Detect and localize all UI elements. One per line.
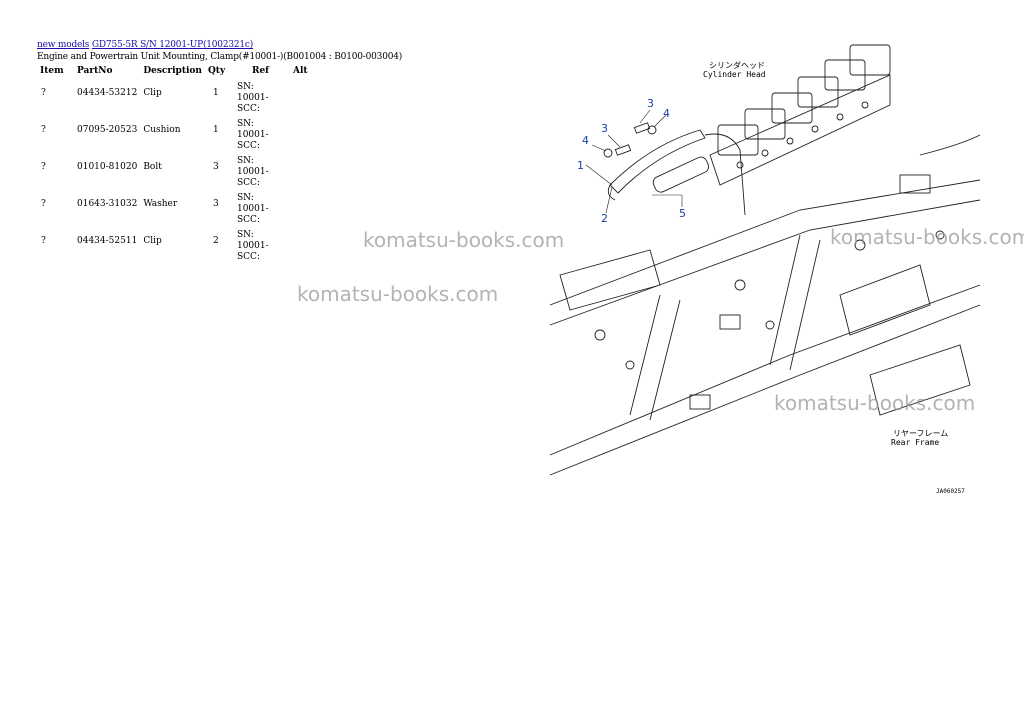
cell-alt xyxy=(290,154,311,191)
callout-1: 1 xyxy=(577,159,584,172)
watermark: komatsu-books.com xyxy=(363,228,565,252)
table-row: ? 07095-20523 Cushion 1 SN: 10001-SCC: xyxy=(37,117,311,154)
table-row: ? 01010-81020 Bolt 3 SN: 10001-SCC: xyxy=(37,154,311,191)
cell-item: ? xyxy=(41,88,46,98)
cell-partno: 07095-20523 xyxy=(77,125,138,135)
cell-qty: 1 xyxy=(212,88,219,98)
watermark: komatsu-books.com xyxy=(774,391,976,415)
callout-2: 2 xyxy=(601,212,608,225)
header-partno: PartNo xyxy=(77,66,113,76)
cell-description: Clip xyxy=(143,88,162,98)
callout-3a: 3 xyxy=(601,122,608,135)
cell-partno: 04434-53212 xyxy=(77,88,138,98)
cylinder-head-label: Cylinder Head xyxy=(703,70,766,79)
cell-item: ? xyxy=(41,199,46,209)
table-row: ? 04434-53212 Clip 1 SN: 10001-SCC: xyxy=(37,80,311,117)
cell-item: ? xyxy=(41,162,46,172)
cell-alt xyxy=(290,191,311,228)
cell-description: Bolt xyxy=(143,162,162,172)
table-row: ? 01643-31032 Washer 3 SN: 10001-SCC: xyxy=(37,191,311,228)
cell-ref: SN: 10001-SCC: xyxy=(236,156,269,188)
header-ref: Ref xyxy=(251,66,270,76)
header-description: Description xyxy=(143,66,202,76)
cell-item: ? xyxy=(41,125,46,135)
cell-description: Clip xyxy=(143,236,162,246)
cell-description: Washer xyxy=(143,199,178,209)
callout-5: 5 xyxy=(679,207,686,220)
rear-frame-label: Rear Frame xyxy=(891,438,940,447)
cell-alt xyxy=(290,228,311,265)
cell-qty: 3 xyxy=(212,199,219,209)
cell-ref: SN: 10001-SCC: xyxy=(236,193,269,225)
cell-ref: SN: 10001-SCC: xyxy=(236,82,269,114)
drawing-id: JA060257 xyxy=(936,488,965,495)
cell-description: Cushion xyxy=(143,125,181,135)
cell-ref: SN: 10001-SCC: xyxy=(236,119,269,151)
header-alt: Alt xyxy=(292,66,308,76)
bolt-drawing xyxy=(603,122,657,158)
cell-ref: SN: 10001-SCC: xyxy=(236,230,269,262)
pipe-drawing xyxy=(607,129,746,216)
cell-item: ? xyxy=(41,236,46,246)
cell-qty: 3 xyxy=(212,162,219,172)
header-item: Item xyxy=(40,66,64,76)
breadcrumb-link-model[interactable]: GD755-5R S/N 12001-UP(1002321c) xyxy=(92,40,253,50)
cell-alt xyxy=(290,80,311,117)
breadcrumb: new models GD755-5R S/N 12001-UP(1002321… xyxy=(37,40,253,50)
cell-partno: 01643-31032 xyxy=(77,199,138,209)
callout-4b: 4 xyxy=(663,107,670,120)
cell-qty: 1 xyxy=(212,125,219,135)
watermark: komatsu-books.com xyxy=(297,282,499,306)
cell-alt xyxy=(290,117,311,154)
parts-table: Item PartNo Description Qty Ref Alt ? 04… xyxy=(37,64,311,265)
breadcrumb-link-new-models[interactable]: new models xyxy=(37,40,89,50)
table-header-row: Item PartNo Description Qty Ref Alt xyxy=(37,64,311,80)
header-qty: Qty xyxy=(207,66,226,76)
callout-4a: 4 xyxy=(582,134,589,147)
table-row: ? 04434-52511 Clip 2 SN: 10001-SCC: xyxy=(37,228,311,265)
callout-3b: 3 xyxy=(647,97,654,110)
page-title: Engine and Powertrain Unit Mounting, Cla… xyxy=(37,52,403,62)
frame-drawing xyxy=(549,134,981,476)
cell-qty: 2 xyxy=(212,236,219,246)
cell-partno: 01010-81020 xyxy=(77,162,138,172)
cell-partno: 04434-52511 xyxy=(77,236,138,246)
watermark: komatsu-books.com xyxy=(830,225,1024,249)
